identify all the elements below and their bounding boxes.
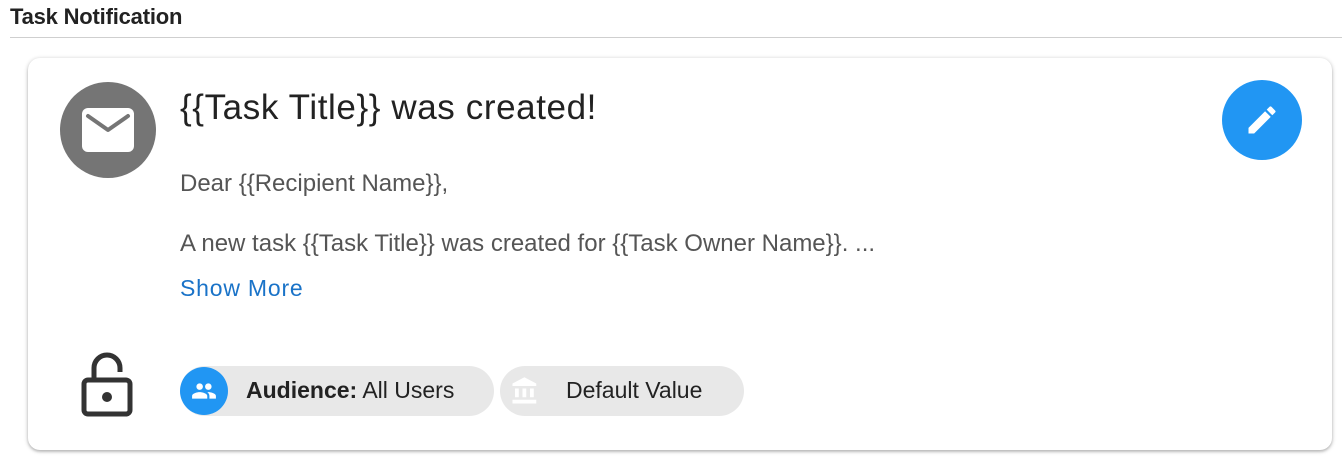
notification-title: {{Task Title}} was created! <box>180 88 597 127</box>
people-icon <box>192 383 216 399</box>
audience-label: Audience: <box>246 377 358 403</box>
audience-value: All Users <box>362 377 455 403</box>
section-header: Task Notification <box>10 0 1342 38</box>
notification-greeting: Dear {{Recipient Name}}, <box>180 170 449 197</box>
notification-card: {{Task Title}} was created! Dear {{Recip… <box>28 58 1332 450</box>
audience-chip[interactable]: Audience: All Users <box>180 366 494 416</box>
email-icon <box>82 108 134 152</box>
pencil-icon <box>1248 106 1276 134</box>
section-title: Task Notification <box>10 4 183 29</box>
lock-open-icon[interactable] <box>80 348 134 418</box>
email-avatar <box>60 82 156 178</box>
audience-chip-text: Audience: All Users <box>246 377 454 404</box>
bank-icon <box>512 377 537 404</box>
edit-button[interactable] <box>1222 80 1302 160</box>
show-more-link[interactable]: Show More <box>180 275 304 302</box>
audience-icon-circle <box>180 367 228 415</box>
default-value-chip[interactable]: Default Value <box>500 366 744 416</box>
default-value-label: Default Value <box>566 377 703 403</box>
notification-body: A new task {{Task Title}} was created fo… <box>180 230 876 257</box>
